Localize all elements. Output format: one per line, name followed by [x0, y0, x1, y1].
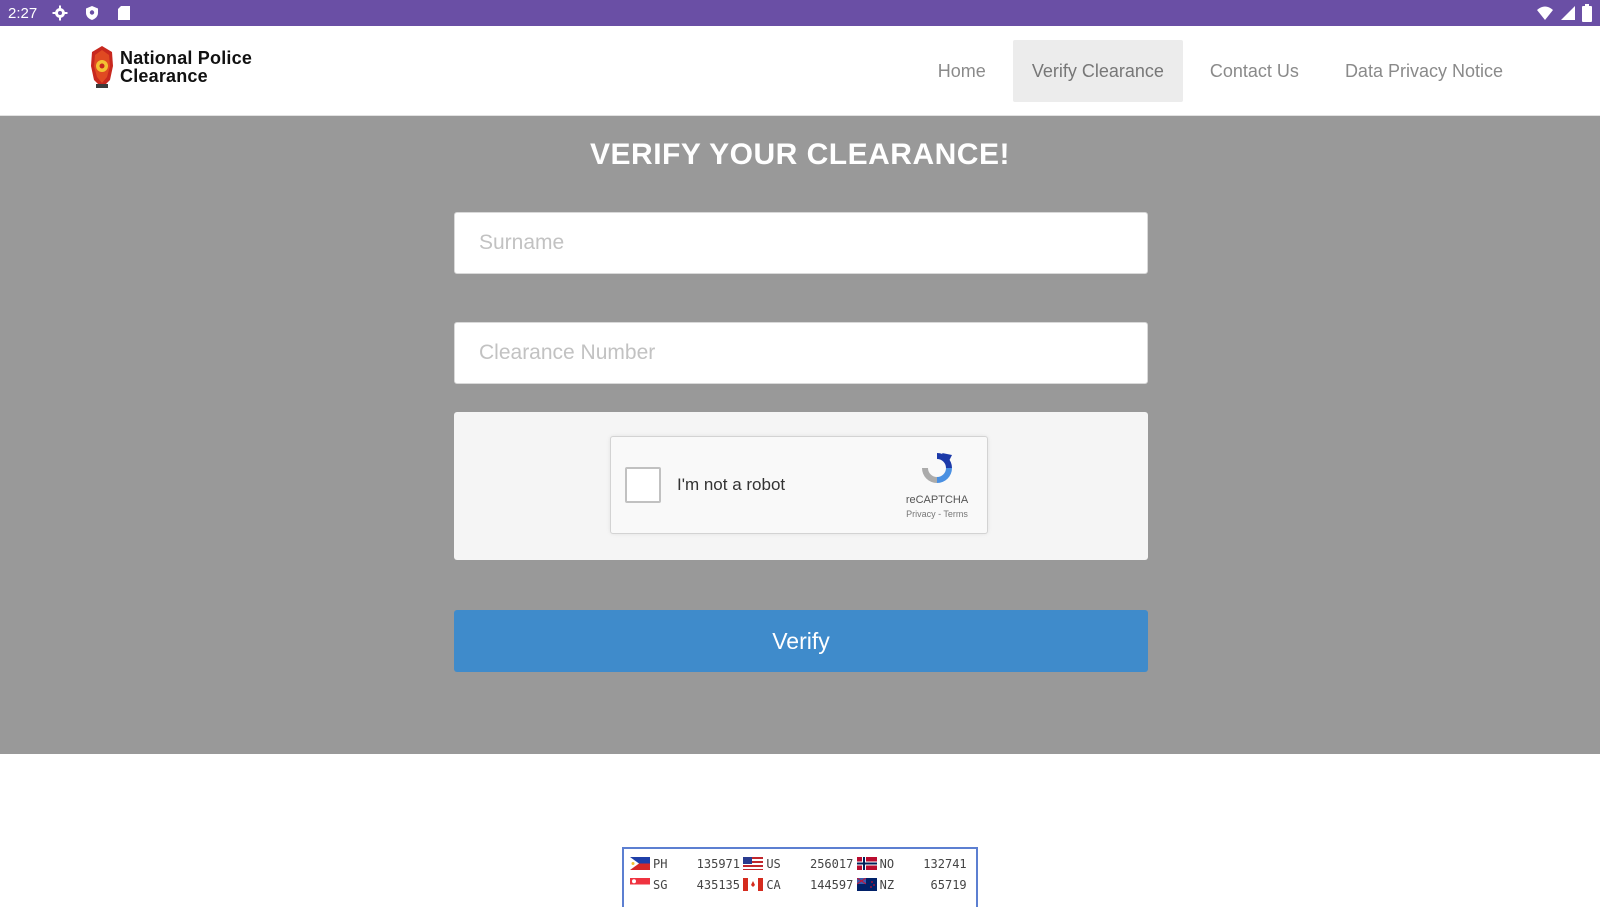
recaptcha-checkbox[interactable] — [625, 467, 661, 503]
flag-visitor-count: 65719 — [930, 877, 967, 892]
wifi-icon — [1536, 5, 1554, 26]
recaptcha-links[interactable]: Privacy - Terms — [901, 509, 973, 519]
flag-country-code: US — [766, 856, 781, 871]
status-right-icons — [1536, 4, 1592, 27]
recaptcha-label: I'm not a robot — [677, 475, 786, 494]
flag-visitor-count: 135971 — [696, 856, 740, 871]
flag-counter-entry: PH 135971 — [630, 857, 743, 871]
flag-country-code: NZ — [879, 877, 895, 892]
logo-text: National Police Clearance — [120, 49, 252, 85]
flag-counter-entry: US 256017 — [743, 857, 856, 871]
gear-icon — [51, 4, 69, 22]
clearance-number-input[interactable] — [454, 322, 1148, 384]
flag-visitor-count: 435135 — [696, 877, 740, 892]
visitor-flag-counter[interactable]: PH 135971 US 256017 NO 132741 SG 435135 — [622, 847, 978, 907]
nav-verify-clearance[interactable]: Verify Clearance — [1012, 40, 1183, 102]
recaptcha-brand-name: reCAPTCHA — [905, 494, 969, 506]
recaptcha-logo-icon — [918, 453, 956, 491]
flag-visitor-count: 132741 — [923, 856, 967, 871]
logo-line1: National Police — [120, 48, 253, 68]
surname-input[interactable] — [454, 212, 1148, 274]
flag-visitor-count: 144597 — [809, 877, 854, 892]
captcha-container: I'm not a robot reCAPTCHA Privacy - Term… — [454, 412, 1148, 560]
norway-flag-icon — [856, 857, 877, 870]
flag-counter-row: SG 435135 CA 144597 NZ 65719 — [630, 874, 970, 895]
recaptcha-brand: reCAPTCHA Privacy - Terms — [901, 449, 973, 519]
status-bar: 2:27 — [0, 0, 1600, 26]
site-header: National Police Clearance Home Verify Cl… — [0, 26, 1600, 116]
new-zealand-flag-icon — [856, 877, 877, 891]
flag-country-code: PH — [653, 856, 668, 871]
us-flag-icon — [743, 857, 764, 870]
sd-card-icon — [115, 4, 133, 22]
flag-counter-entry: NO 132741 — [856, 856, 970, 871]
verify-button[interactable]: Verify — [454, 610, 1148, 672]
flag-visitor-count: 256017 — [809, 856, 854, 871]
recaptcha-widget: I'm not a robot reCAPTCHA Privacy - Term… — [610, 436, 988, 534]
flag-country-code: SG — [653, 877, 668, 892]
shield-icon — [83, 4, 101, 22]
site-logo[interactable]: National Police Clearance — [88, 44, 252, 90]
flag-country-code: NO — [879, 856, 895, 871]
singapore-flag-icon — [630, 878, 650, 891]
nav-home[interactable]: Home — [919, 40, 1005, 102]
flag-counter-entry: SG 435135 — [630, 878, 743, 892]
signal-icon — [1560, 5, 1576, 26]
flag-country-code: CA — [766, 877, 781, 892]
police-badge-icon — [88, 44, 116, 90]
verify-section: VERIFY YOUR CLEARANCE! I'm not a robot r… — [0, 116, 1600, 754]
nav-contact-us[interactable]: Contact Us — [1191, 40, 1318, 102]
main-nav: Home Verify Clearance Contact Us Data Pr… — [919, 40, 1522, 102]
battery-icon — [1582, 4, 1592, 27]
logo-line2: Clearance — [120, 66, 208, 86]
philippines-flag-icon — [630, 857, 650, 870]
flag-counter-entry: NZ 65719 — [856, 877, 970, 892]
flag-counter-entry: CA 144597 — [743, 878, 856, 892]
flag-counter-row: PH 135971 US 256017 NO 132741 — [630, 853, 970, 874]
canada-flag-icon — [743, 878, 764, 891]
nav-data-privacy-notice[interactable]: Data Privacy Notice — [1326, 40, 1522, 102]
status-time: 2:27 — [8, 4, 38, 22]
page-title: VERIFY YOUR CLEARANCE! — [590, 138, 1010, 171]
